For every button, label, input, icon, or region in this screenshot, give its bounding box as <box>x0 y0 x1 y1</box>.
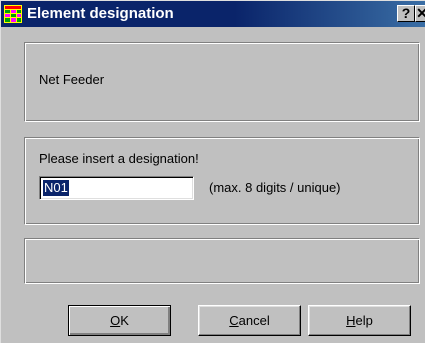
status-panel <box>24 238 420 284</box>
ok-button[interactable]: OK <box>68 305 171 336</box>
designation-field[interactable]: N01 <box>39 176 194 200</box>
cancel-mnemonic: C <box>229 313 239 328</box>
title-bar[interactable]: Element designation ? ✕ <box>1 1 425 27</box>
cancel-button[interactable]: Cancel <box>198 305 301 336</box>
window-title: Element designation <box>27 5 174 22</box>
ok-mnemonic: O <box>110 313 121 328</box>
question-mark-icon: ? <box>401 5 411 21</box>
ok-label-rest: K <box>120 313 129 328</box>
help-button[interactable]: Help <box>308 305 411 336</box>
close-button[interactable]: ✕ <box>415 5 425 22</box>
help-label-rest: elp <box>355 313 373 328</box>
designation-hint: (max. 8 digits / unique) <box>209 180 341 195</box>
element-designation-dialog: Element designation ? ✕ Net Feeder Pleas… <box>0 0 425 343</box>
help-mnemonic: H <box>346 313 356 328</box>
help-title-button[interactable]: ? <box>397 5 415 22</box>
app-grid-icon <box>4 5 22 23</box>
designation-input[interactable] <box>42 179 191 197</box>
close-icon: ✕ <box>416 5 425 21</box>
element-type-label: Net Feeder <box>39 72 105 87</box>
designation-group: Please insert a designation! N01 (max. 8… <box>24 137 420 225</box>
designation-prompt: Please insert a designation! <box>39 151 199 166</box>
cancel-label-rest: ancel <box>238 313 270 328</box>
element-type-group: Net Feeder <box>24 42 420 122</box>
